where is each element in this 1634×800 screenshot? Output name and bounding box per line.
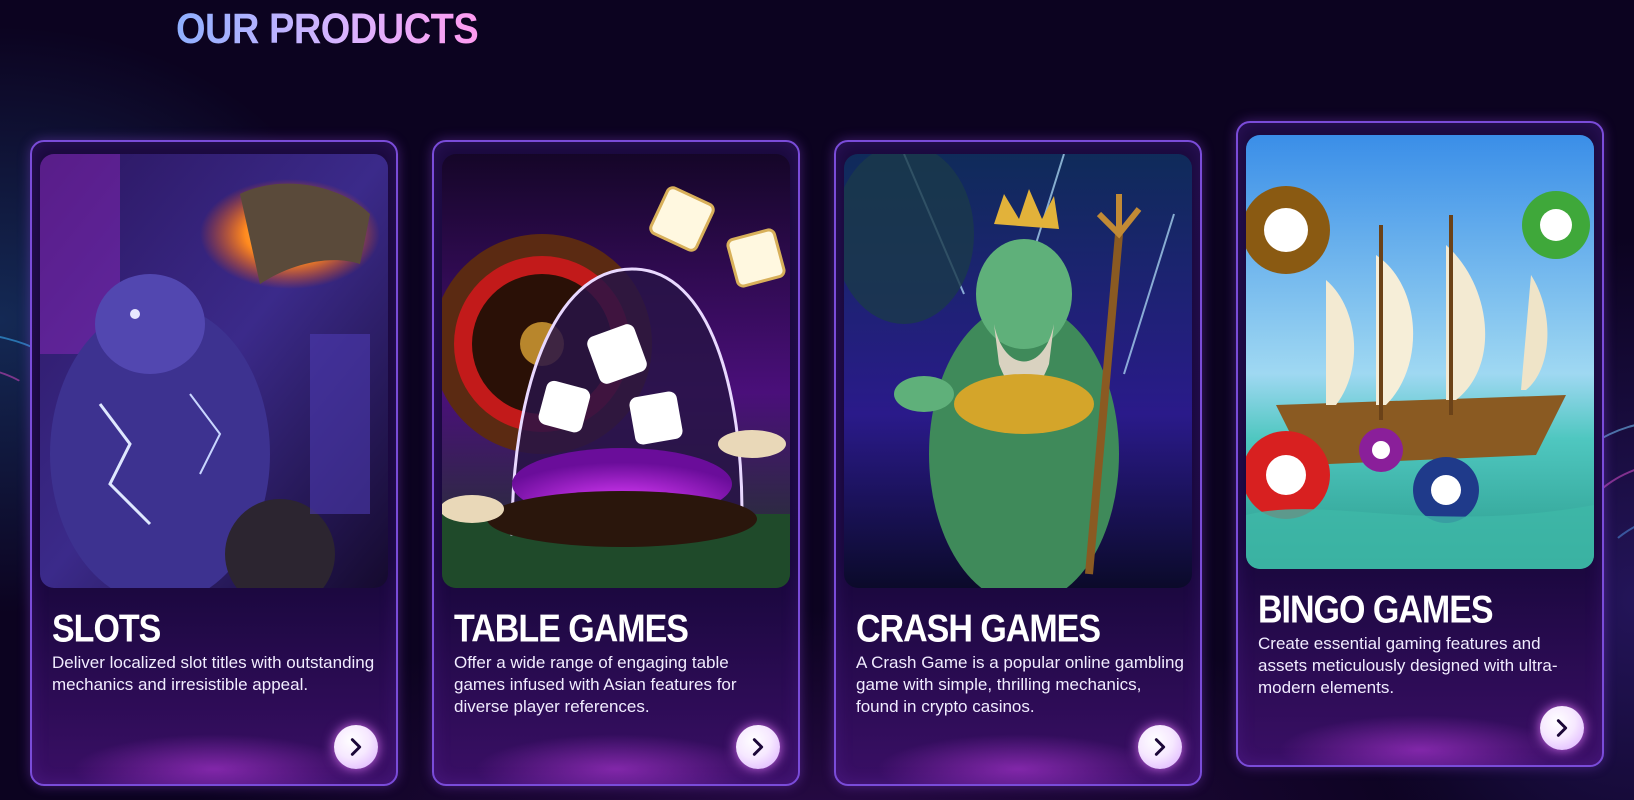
- section-title: OUR PRODUCTS: [176, 6, 479, 54]
- product-card-crash-games[interactable]: CRASH GAMES A Crash Game is a popular on…: [834, 140, 1202, 786]
- chevron-right-icon: [1556, 719, 1568, 737]
- card-description: Offer a wide range of engaging table gam…: [454, 653, 737, 716]
- chevron-right-icon: [1154, 738, 1166, 756]
- table-games-arrow-button[interactable]: [736, 725, 780, 769]
- chevron-right-icon: [752, 738, 764, 756]
- card-title: CRASH GAMES: [856, 607, 1101, 651]
- bingo-games-arrow-button[interactable]: [1540, 706, 1584, 750]
- card-description: Deliver localized slot titles with outst…: [52, 653, 375, 694]
- product-card-bingo-games[interactable]: BINGO GAMES Create essential gaming feat…: [1236, 121, 1604, 767]
- table-games-artwork: [442, 154, 790, 588]
- product-card-slots[interactable]: SLOTS Deliver localized slot titles with…: [30, 140, 398, 786]
- crash-games-artwork: [844, 154, 1192, 588]
- card-description: A Crash Game is a popular online gamblin…: [856, 653, 1184, 716]
- card-description: Create essential gaming features and ass…: [1258, 634, 1558, 697]
- products-section: OUR PRODUCTS SLOTS Deliver localized slo…: [0, 0, 1634, 800]
- bingo-games-artwork: [1246, 135, 1594, 569]
- chevron-right-icon: [350, 738, 362, 756]
- card-title: BINGO GAMES: [1258, 588, 1494, 632]
- card-title: SLOTS: [52, 607, 161, 651]
- crash-games-arrow-button[interactable]: [1138, 725, 1182, 769]
- card-title: TABLE GAMES: [454, 607, 689, 651]
- slots-arrow-button[interactable]: [334, 725, 378, 769]
- product-card-table-games[interactable]: TABLE GAMES Offer a wide range of engagi…: [432, 140, 800, 786]
- slots-artwork: [40, 154, 388, 588]
